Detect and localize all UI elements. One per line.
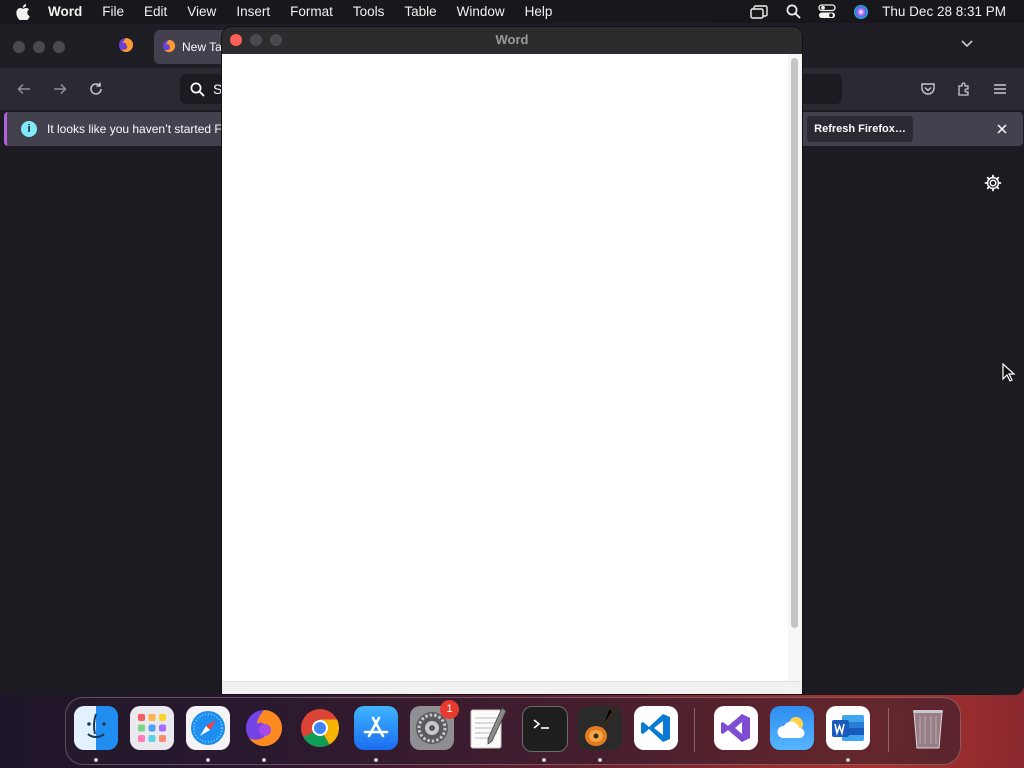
word-window-title: Word [495,32,529,47]
control-center-icon[interactable] [810,0,844,23]
search-icon [190,82,205,97]
trash-icon[interactable] [906,706,950,750]
menu-tools[interactable]: Tools [343,0,395,23]
menu-app-name[interactable]: Word [46,0,92,23]
system-settings-icon[interactable]: 1 [410,700,459,750]
menu-bar: Word File Edit View Insert Format Tools … [0,0,1024,23]
menu-insert[interactable]: Insert [226,0,280,23]
pocket-icon[interactable] [917,78,939,100]
mouse-pointer-icon [1002,362,1016,388]
reload-icon[interactable] [85,78,107,100]
window-switcher-icon[interactable] [742,0,776,23]
menu-help[interactable]: Help [515,0,563,23]
running-indicator [94,758,98,762]
notification-badge: 1 [440,700,459,719]
menu-file[interactable]: File [92,0,134,23]
app-store-icon[interactable] [354,706,398,750]
menu-clock[interactable]: Thu Dec 28 8:31 PM [878,4,1024,19]
word-window: Word [222,27,802,694]
menu-view[interactable]: View [177,0,226,23]
hamburger-menu-icon[interactable] [989,78,1011,100]
forward-arrow-icon[interactable] [49,78,71,100]
word-document-canvas[interactable] [222,54,788,681]
running-indicator [846,758,850,762]
running-indicator [542,758,546,762]
running-indicator [598,758,602,762]
garageband-icon[interactable] [578,706,622,750]
spotlight-search-icon[interactable] [776,0,810,23]
firefox-tab-icon [118,37,134,58]
menu-table[interactable]: Table [394,0,446,23]
apple-menu-icon[interactable] [0,3,46,20]
firefox-zoom-button[interactable] [53,41,65,53]
safari-icon[interactable] [186,706,230,750]
menu-window[interactable]: Window [447,0,515,23]
word-title-bar[interactable]: Word [222,27,802,54]
firefox-tab-icon [162,39,176,56]
scrollbar-thumb[interactable] [791,58,798,628]
chrome-icon[interactable] [298,706,342,750]
tab-title: New Ta [182,40,222,54]
close-icon[interactable] [993,120,1011,138]
refresh-firefox-button[interactable]: Refresh Firefox… [807,116,913,142]
extensions-icon[interactable] [953,78,975,100]
notification-message: It looks like you haven’t started Fi [47,122,225,136]
dock-separator [694,708,695,752]
firefox-close-button[interactable] [13,41,25,53]
running-indicator [206,758,210,762]
back-arrow-icon[interactable] [13,78,35,100]
running-indicator [262,758,266,762]
firefox-icon[interactable] [242,706,286,750]
weather-icon[interactable] [770,706,814,750]
vertical-scrollbar[interactable] [788,54,802,681]
finder-icon[interactable] [74,706,118,750]
textedit-icon[interactable] [466,706,510,750]
firefox-minimize-button[interactable] [33,41,45,53]
siri-icon[interactable] [844,0,878,23]
list-all-tabs-chevron-icon[interactable] [960,36,974,55]
customize-new-tab-gear-icon[interactable] [983,173,1003,193]
terminal-icon[interactable] [522,706,568,752]
word-status-bar [222,681,802,694]
url-bar-placeholder: S [213,81,223,97]
running-indicator [374,758,378,762]
dock: 1 [65,697,961,765]
menu-format[interactable]: Format [280,0,343,23]
word-icon[interactable] [826,706,870,750]
menu-edit[interactable]: Edit [134,0,177,23]
info-icon: i [21,121,37,137]
pinned-tab[interactable] [108,32,144,62]
dock-separator [888,708,889,752]
vscode-icon[interactable] [634,706,678,750]
launchpad-icon[interactable] [130,706,174,750]
visual-studio-icon[interactable] [714,706,758,750]
